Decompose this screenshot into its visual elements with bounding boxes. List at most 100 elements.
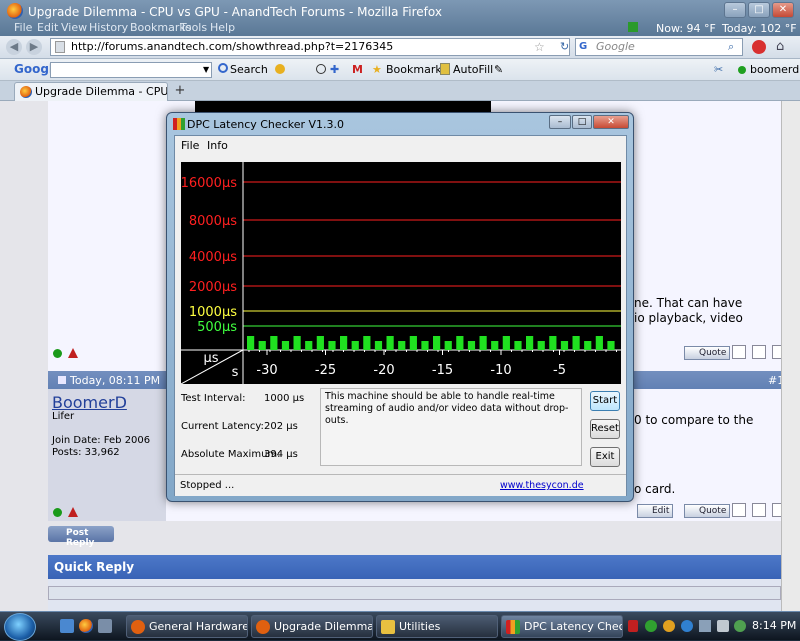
taskbar-item-upgrade-dilemma[interactable]: Upgrade Dilemma - ... bbox=[251, 615, 373, 638]
menu-view[interactable]: View bbox=[61, 21, 87, 34]
latency-bar bbox=[433, 336, 441, 350]
start-button[interactable]: Start bbox=[590, 391, 620, 411]
menu-tools[interactable]: Tools bbox=[180, 21, 207, 34]
user-title: Lifer bbox=[52, 411, 75, 422]
firefox-quicklaunch-icon[interactable] bbox=[79, 619, 93, 633]
post-2-date: Today, 08:11 PM bbox=[70, 374, 161, 387]
smiley-icon[interactable] bbox=[275, 64, 285, 74]
reload-icon[interactable]: ↻ bbox=[560, 40, 569, 53]
magnifier-icon[interactable]: ⌕ bbox=[728, 40, 734, 54]
taskbar-item-label: General Hardware - ... bbox=[149, 620, 248, 633]
dpc-close-icon[interactable]: ✕ bbox=[593, 115, 629, 129]
minimize-icon[interactable]: – bbox=[724, 2, 746, 18]
multiquote-icon[interactable] bbox=[732, 345, 746, 359]
gmail-icon[interactable]: M bbox=[352, 63, 363, 76]
wrench-icon[interactable]: ✂ bbox=[714, 63, 723, 76]
thesycon-link[interactable]: www.thesycon.de bbox=[500, 480, 584, 491]
username-link[interactable]: BoomerD bbox=[52, 393, 127, 412]
menu-file[interactable]: File bbox=[14, 21, 32, 34]
search-input[interactable]: Google bbox=[575, 38, 743, 56]
tray-misc-icon[interactable] bbox=[734, 620, 746, 632]
test-interval-value: 1000 µs bbox=[264, 393, 305, 404]
url-input[interactable]: http://forums.anandtech.com/showthread.p… bbox=[50, 38, 570, 56]
home-icon[interactable]: ⌂ bbox=[776, 39, 784, 54]
maximize-icon[interactable]: □ bbox=[748, 2, 770, 18]
dpc-maximize-icon[interactable]: □ bbox=[572, 115, 592, 129]
tray-network-icon[interactable] bbox=[699, 620, 711, 632]
exit-button[interactable]: Exit bbox=[590, 447, 620, 467]
toolbar-bookmarks-button[interactable]: Bookmarks bbox=[386, 63, 447, 76]
tab-bar: Upgrade Dilemma - CPU vs GP... + bbox=[0, 81, 800, 101]
tray-security-icon[interactable] bbox=[628, 620, 638, 632]
new-tab-button[interactable]: + bbox=[172, 83, 188, 99]
post-reply-button[interactable]: Post Reply bbox=[48, 526, 114, 548]
taskbar-item-general-hardware[interactable]: General Hardware - ... bbox=[126, 615, 248, 638]
quote-button[interactable]: Quote bbox=[684, 346, 731, 360]
multiquote-icon-2[interactable] bbox=[732, 503, 746, 517]
clock-icon[interactable] bbox=[316, 64, 326, 74]
tray-update-icon[interactable] bbox=[681, 620, 693, 632]
latency-bar bbox=[363, 336, 371, 350]
edit-button[interactable]: Edit bbox=[637, 504, 674, 518]
menu-history[interactable]: History bbox=[89, 21, 128, 34]
dpc-menu-info[interactable]: Info bbox=[207, 139, 228, 152]
tray-status-icon[interactable] bbox=[645, 620, 657, 632]
menu-help[interactable]: Help bbox=[210, 21, 235, 34]
menu-edit[interactable]: Edit bbox=[37, 21, 58, 34]
taskbar-item-label: Utilities bbox=[399, 620, 441, 633]
dpc-menu-file[interactable]: File bbox=[181, 139, 199, 152]
google-toolbar-input[interactable] bbox=[50, 62, 212, 78]
firefox-tab-icon bbox=[20, 86, 32, 98]
firefox-icon[interactable] bbox=[7, 3, 23, 19]
latency-bar bbox=[328, 341, 336, 350]
latency-bar bbox=[305, 341, 313, 350]
toolbar-search-button[interactable]: Search bbox=[230, 63, 268, 76]
weather-today[interactable]: Today: 102 °F bbox=[722, 22, 797, 35]
tray-volume-icon[interactable] bbox=[717, 620, 729, 632]
vertical-scrollbar[interactable] bbox=[781, 101, 800, 611]
report-post-icon-2[interactable] bbox=[68, 507, 78, 517]
latency-chart: 16000µs 8000µs 4000µs 2000µs 1000µs 500µs µs s -… bbox=[181, 162, 621, 384]
dpc-minimize-icon[interactable]: – bbox=[549, 115, 571, 129]
horizontal-scrollbar[interactable] bbox=[48, 586, 781, 600]
tab-upgrade-dilemma[interactable]: Upgrade Dilemma - CPU vs GP... bbox=[14, 82, 168, 101]
x-unit-bottom: s bbox=[232, 365, 239, 380]
quick-reply-icon[interactable] bbox=[752, 345, 766, 359]
close-icon[interactable]: ✕ bbox=[772, 2, 794, 18]
toolbar-autofill-button[interactable]: AutoFill bbox=[453, 63, 493, 76]
page-icon bbox=[55, 41, 65, 53]
y-axis-label: 1000µs bbox=[189, 305, 237, 320]
search-icon bbox=[218, 63, 228, 73]
tray-app-icon[interactable] bbox=[663, 620, 675, 632]
latency-bar bbox=[340, 336, 348, 350]
y-axis-label: 2000µs bbox=[189, 280, 237, 295]
x-axis-label: -10 bbox=[490, 363, 511, 378]
quick-reply-icon-2[interactable] bbox=[752, 503, 766, 517]
forward-arrow-icon[interactable]: ▶ bbox=[26, 39, 42, 55]
back-arrow-icon[interactable]: ◀ bbox=[6, 39, 22, 55]
taskbar-item-dpc-latency-checker[interactable]: DPC Latency Checker... bbox=[501, 615, 623, 638]
toolbar-user[interactable]: boomerd bbox=[750, 63, 799, 76]
chevron-down-icon[interactable]: ▼ bbox=[203, 65, 209, 74]
x-axis-label: -25 bbox=[315, 363, 336, 378]
star-icon[interactable]: ☆ bbox=[534, 40, 545, 54]
switch-windows-icon[interactable] bbox=[98, 619, 112, 633]
start-button-orb[interactable] bbox=[4, 613, 36, 641]
online-status-icon-2 bbox=[53, 508, 62, 517]
puzzle-icon[interactable]: ✚ bbox=[330, 63, 339, 76]
latency-bar bbox=[281, 341, 290, 350]
latency-bar bbox=[526, 336, 534, 350]
quote-button-2[interactable]: Quote bbox=[684, 504, 731, 518]
quick-reply-header: Quick Reply bbox=[48, 555, 781, 579]
addon-icon[interactable] bbox=[752, 40, 766, 54]
show-desktop-icon[interactable] bbox=[60, 619, 74, 633]
taskbar-item-utilities[interactable]: Utilities bbox=[376, 615, 498, 638]
weather-now[interactable]: Now: 94 °F bbox=[656, 22, 716, 35]
latency-bar bbox=[386, 336, 394, 350]
pencil-icon[interactable]: ✎ bbox=[494, 63, 503, 76]
current-latency-value: 202 µs bbox=[264, 421, 298, 432]
report-post-icon[interactable] bbox=[68, 348, 78, 358]
taskbar-clock[interactable]: 8:14 PM bbox=[752, 619, 796, 632]
reset-button[interactable]: Reset bbox=[590, 419, 620, 439]
post-count: Posts: 33,962 bbox=[52, 447, 120, 458]
